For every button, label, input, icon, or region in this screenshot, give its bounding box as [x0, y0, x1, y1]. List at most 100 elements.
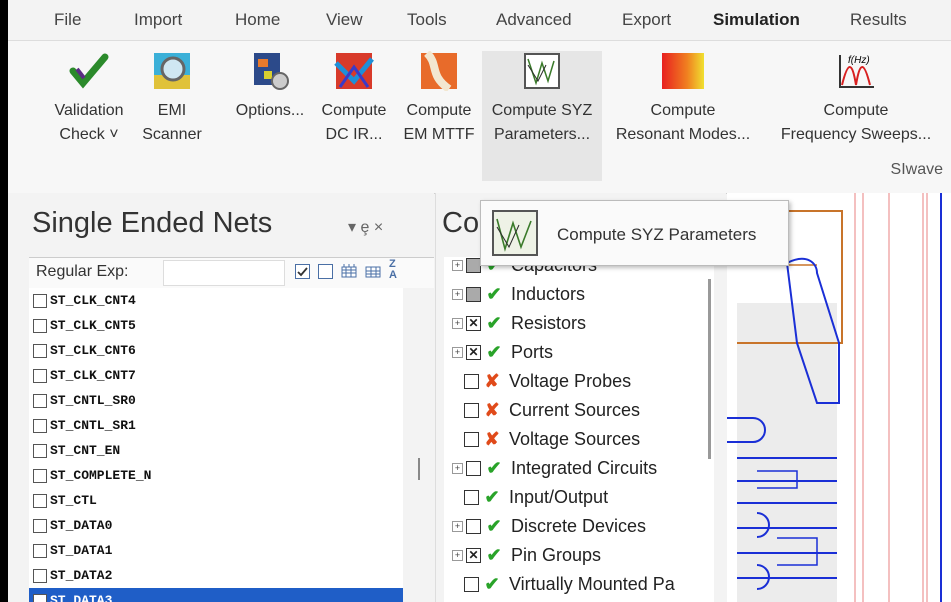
menu-view[interactable]: View — [326, 10, 363, 30]
net-list: ST_CLK_CNT4 ST_CLK_CNT5 ST_CLK_CNT6 ST_C… — [29, 288, 403, 602]
expand-icon[interactable]: + — [452, 550, 463, 561]
net-row-st-cnt-en[interactable]: ST_CNT_EN — [29, 438, 403, 463]
expand-icon[interactable]: + — [452, 347, 463, 358]
tree-connector — [452, 435, 461, 444]
menu-simulation[interactable]: Simulation — [713, 10, 800, 30]
tree-item-current-sources[interactable]: ✘ Current Sources — [444, 396, 714, 425]
tree-item-voltage-probes[interactable]: ✘ Voltage Probes — [444, 367, 714, 396]
check-mark-icon: ✔ — [484, 487, 500, 507]
tree-checkbox[interactable] — [464, 577, 479, 592]
grid-view-icon[interactable] — [365, 264, 381, 278]
tree-checkbox[interactable] — [464, 490, 479, 505]
tree-checkbox[interactable] — [466, 461, 481, 476]
net-checkbox[interactable] — [33, 293, 47, 308]
component-tree: + ✔ Capacitors + ✔ Inductors + ✕ ✔ Resistors + ✕ ✔ Po… — [444, 257, 714, 602]
expand-icon[interactable]: + — [452, 289, 463, 300]
ribbon-toolbar: Validation Check ˅ EMI Scanner Options..… — [8, 40, 951, 194]
check-mark-icon: ✔ — [486, 458, 502, 478]
panel-controls[interactable]: ▾ ȩ × — [348, 217, 383, 237]
tree-checkbox[interactable]: ✕ — [466, 316, 481, 331]
menu-home[interactable]: Home — [235, 10, 280, 30]
net-row-st-clk-cnt5[interactable]: ST_CLK_CNT5 — [29, 313, 403, 338]
tree-connector — [452, 493, 461, 502]
tree-connector — [452, 406, 461, 415]
net-row-st-data0[interactable]: ST_DATA0 — [29, 513, 403, 538]
check-all-icon[interactable] — [295, 264, 310, 279]
tree-item-pin-groups[interactable]: + ✕ ✔ Pin Groups — [444, 541, 714, 570]
net-row-st-data3[interactable]: ST_DATA3 — [29, 588, 403, 602]
uncheck-all-icon[interactable] — [318, 264, 333, 279]
tree-checkbox[interactable]: ✕ — [466, 345, 481, 360]
menu-import[interactable]: Import — [134, 10, 182, 30]
net-checkbox[interactable] — [33, 468, 47, 483]
regular-exp-input[interactable] — [163, 260, 285, 286]
net-checkbox[interactable] — [33, 368, 47, 383]
expand-icon[interactable]: + — [452, 318, 463, 329]
net-row-st-clk-cnt6[interactable]: ST_CLK_CNT6 — [29, 338, 403, 363]
tree-item-virtually-mounted-pa[interactable]: ✔ Virtually Mounted Pa — [444, 570, 714, 599]
tree-item-resistors[interactable]: + ✕ ✔ Resistors — [444, 309, 714, 338]
tree-checkbox[interactable] — [464, 403, 479, 418]
emi-scanner-button[interactable]: EMI Scanner — [136, 51, 208, 181]
net-row-st-data1[interactable]: ST_DATA1 — [29, 538, 403, 563]
menu-export[interactable]: Export — [622, 10, 671, 30]
tree-checkbox[interactable] — [466, 519, 481, 534]
net-row-st-ctl[interactable]: ST_CTL — [29, 488, 403, 513]
validation-check-button[interactable]: Validation Check ˅ — [42, 51, 136, 181]
tree-item-voltage-sources[interactable]: ✘ Voltage Sources — [444, 425, 714, 454]
expand-icon[interactable]: + — [452, 521, 463, 532]
net-row-st-data2[interactable]: ST_DATA2 — [29, 563, 403, 588]
net-checkbox[interactable] — [33, 593, 47, 602]
net-row-st-cntl-sr0[interactable]: ST_CNTL_SR0 — [29, 388, 403, 413]
menu-results[interactable]: Results — [850, 10, 907, 30]
net-checkbox[interactable] — [33, 493, 47, 508]
menu-tools[interactable]: Tools — [407, 10, 447, 30]
emi-scanner-icon — [152, 51, 192, 91]
tree-item-label: Inductors — [511, 284, 586, 304]
tree-checkbox[interactable] — [464, 374, 479, 389]
validation-check-icon — [69, 51, 109, 91]
frequency-sweeps-icon: f(Hz) — [836, 51, 876, 91]
tree-checkbox[interactable]: ✕ — [466, 548, 481, 563]
check-mark-icon: ✔ — [486, 284, 502, 304]
tree-item-discrete-devices[interactable]: + ✔ Discrete Devices — [444, 512, 714, 541]
menu-advanced[interactable]: Advanced — [496, 10, 572, 30]
net-checkbox[interactable] — [33, 418, 47, 433]
dc-ir-icon — [334, 51, 374, 91]
net-checkbox[interactable] — [33, 543, 47, 558]
options-button[interactable]: Options... — [228, 51, 312, 181]
expand-icon[interactable]: + — [452, 260, 463, 271]
check-mark-icon: ✔ — [486, 342, 502, 362]
net-checkbox[interactable] — [33, 318, 47, 333]
tree-item-integrated-circuits[interactable]: + ✔ Integrated Circuits — [444, 454, 714, 483]
scrollbar[interactable] — [708, 279, 711, 459]
filter-row: Regular Exp: Z A — [29, 257, 434, 289]
table-view-icon[interactable] — [341, 264, 357, 278]
panel-splitter[interactable] — [403, 288, 434, 602]
compute-syz-parameters-button[interactable]: Compute SYZ Parameters... — [482, 51, 602, 181]
net-row-st-cntl-sr1[interactable]: ST_CNTL_SR1 — [29, 413, 403, 438]
tree-item-inductors[interactable]: + ✔ Inductors — [444, 280, 714, 309]
net-checkbox[interactable] — [33, 343, 47, 358]
panel-title: Co — [442, 207, 480, 239]
expand-icon[interactable]: + — [452, 463, 463, 474]
tree-checkbox[interactable] — [466, 287, 481, 302]
tree-item-input-output[interactable]: ✔ Input/Output — [444, 483, 714, 512]
net-checkbox[interactable] — [33, 518, 47, 533]
check-mark-icon: ✔ — [486, 545, 502, 565]
menu-file[interactable]: File — [54, 10, 81, 30]
syz-parameters-icon — [491, 209, 539, 257]
net-checkbox[interactable] — [33, 443, 47, 458]
compute-em-mttf-button[interactable]: Compute EM MTTF — [396, 50, 482, 181]
tree-checkbox[interactable] — [464, 432, 479, 447]
tree-item-ports[interactable]: + ✕ ✔ Ports — [444, 338, 714, 367]
net-row-st-clk-cnt7[interactable]: ST_CLK_CNT7 — [29, 363, 403, 388]
tree-checkbox[interactable] — [466, 258, 481, 273]
sort-icon[interactable]: Z A — [389, 259, 397, 281]
compute-dc-ir-button[interactable]: Compute DC IR... — [312, 51, 396, 181]
net-row-st-clk-cnt4[interactable]: ST_CLK_CNT4 — [29, 288, 403, 313]
net-row-st-complete-n[interactable]: ST_COMPLETE_N — [29, 463, 403, 488]
compute-resonant-modes-button[interactable]: Compute Resonant Modes... — [604, 51, 762, 181]
net-checkbox[interactable] — [33, 393, 47, 408]
net-checkbox[interactable] — [33, 568, 47, 583]
